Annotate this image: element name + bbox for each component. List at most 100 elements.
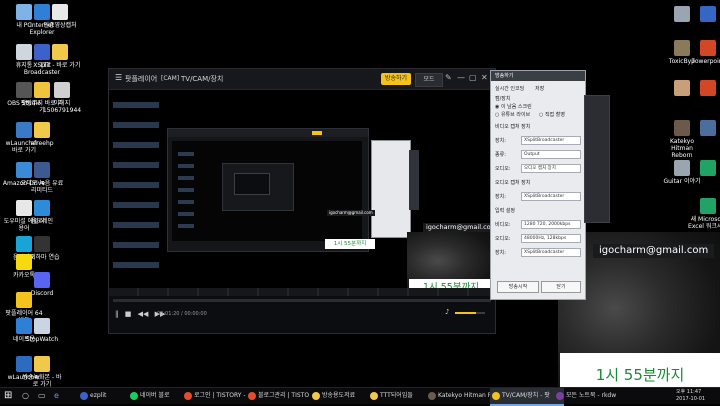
task-app-icon bbox=[428, 392, 436, 400]
settings-row-label: 오디오: bbox=[495, 236, 511, 242]
volume-icon[interactable]: ♪ bbox=[445, 308, 449, 316]
email-label-large: igocharm@gmail.com bbox=[593, 244, 715, 258]
pause-icon[interactable]: ‖ bbox=[115, 310, 119, 318]
task-view-icon[interactable]: ▭ bbox=[38, 388, 46, 404]
stop-icon[interactable]: ■ bbox=[125, 310, 132, 318]
desktop-icon[interactable] bbox=[686, 120, 720, 138]
radio-option-2[interactable]: ○ 직접 촬영 bbox=[539, 111, 565, 118]
nested-broadcast-button bbox=[312, 131, 322, 135]
close-icon[interactable]: ✕ bbox=[481, 73, 488, 82]
settings-field[interactable]: XSplitBroadcaster bbox=[521, 248, 581, 257]
desktop-icon[interactable]: 이미지 1506791944 bbox=[40, 82, 84, 114]
task-label: ezplit bbox=[90, 392, 107, 399]
settings-row-label: 종류: bbox=[495, 152, 506, 158]
edge-icon[interactable]: e bbox=[54, 388, 59, 404]
task-app-icon bbox=[130, 392, 138, 400]
desktop-icon[interactable]: powerpoint bbox=[686, 40, 720, 65]
player-titlebar[interactable]: ☰ 팟플레이어 [CAM] TV/CAM/장치 방송하기 모드 ✎ — ▢ ✕ bbox=[109, 69, 495, 90]
broadcast-button[interactable]: 방송하기 bbox=[381, 73, 411, 85]
settings-row-label: 장치: bbox=[495, 194, 506, 200]
settings-start-button[interactable]: 방송시작 bbox=[497, 281, 539, 293]
mode-select[interactable]: 모드 bbox=[415, 73, 443, 87]
desktop-icon[interactable]: 새 Microsoft Excel 워크시트 bbox=[686, 198, 720, 230]
desktop-icon[interactable]: 오디오 녹음 유료리미티드 bbox=[20, 162, 64, 194]
app-icon bbox=[700, 160, 716, 176]
settings-field[interactable]: XSplitBroadcaster bbox=[521, 136, 581, 145]
desktop-icon[interactable]: 인증영상캡처 bbox=[38, 4, 82, 29]
search-icon[interactable]: ○ bbox=[22, 388, 29, 404]
settings-side-panel bbox=[584, 95, 610, 223]
task-app-icon bbox=[248, 392, 256, 400]
seek-bar[interactable] bbox=[113, 299, 491, 302]
minimize-icon[interactable]: — bbox=[457, 73, 465, 82]
app-icon bbox=[34, 272, 50, 288]
settings-row-label: 오디오: bbox=[495, 166, 511, 172]
broadcast-settings-window[interactable]: 방송하기 실시간 인코딩 저장 캠/장치 ◉ 이 남음 스크린 ○ 유튜브 라이… bbox=[490, 70, 586, 300]
maximize-icon[interactable]: ▢ bbox=[469, 73, 477, 82]
settings-field[interactable]: XSplitBroadcaster bbox=[521, 192, 581, 201]
app-icon bbox=[16, 254, 32, 270]
settings-field[interactable]: Output bbox=[521, 150, 581, 159]
prev-icon[interactable]: ◀◀ bbox=[138, 310, 149, 318]
settings-cam-label: 캠/장치 bbox=[495, 96, 511, 102]
desktop-icon-label: Katekyo Hitman Reborn bbox=[669, 138, 695, 159]
player-video-area[interactable]: igocharm@gmail.com 1시 55분까지 igocharm@gma… bbox=[109, 90, 495, 296]
task-label: 방송용도저료 bbox=[322, 392, 356, 399]
taskbar-task[interactable]: 로그인 | TISTORY - bbox=[182, 388, 256, 404]
desktop-icon[interactable] bbox=[686, 80, 720, 98]
settings-field[interactable]: 1280 720, 2000kbps bbox=[521, 220, 581, 229]
app-icon bbox=[34, 356, 50, 372]
radio-option-1[interactable]: ○ 유튜브 라이브 bbox=[495, 111, 530, 118]
app-icon bbox=[34, 236, 50, 252]
settings-tab-encode[interactable]: 실시간 인코딩 bbox=[495, 85, 524, 92]
settings-field[interactable]: 48000Hz, 128kbps bbox=[521, 234, 581, 243]
desktop-icon-label: 음드레인 bbox=[30, 218, 54, 225]
pin-icon[interactable]: ✎ bbox=[445, 73, 452, 82]
settings-row-label: 오디오 캡처 장치 bbox=[495, 180, 531, 186]
desktop-icon[interactable] bbox=[686, 160, 720, 178]
app-icon bbox=[700, 40, 716, 56]
task-app-icon bbox=[80, 392, 88, 400]
volume-bar[interactable] bbox=[455, 312, 485, 314]
desktop-icon-label: 방송녹화본 - 바로 가기 bbox=[22, 374, 62, 388]
volume-fill bbox=[455, 312, 476, 314]
desktop-icon[interactable] bbox=[686, 6, 720, 24]
app-icon bbox=[34, 318, 50, 334]
desktop-icon-label: 새 Microsoft Excel 워크시트 bbox=[688, 216, 720, 230]
taskbar-task[interactable]: TV/CAM/장치 - 팟 bbox=[490, 388, 564, 406]
date: 2017-10-01 bbox=[676, 396, 706, 402]
app-icon bbox=[700, 198, 716, 214]
desktop-icon[interactable]: TTT - 바로 가기 bbox=[38, 44, 82, 69]
desktop-icon-label: powerpoint bbox=[691, 58, 720, 65]
desktop-icon-label: 인증영상캡처 bbox=[43, 22, 77, 29]
app-icon bbox=[16, 292, 32, 308]
app-icon bbox=[34, 200, 50, 216]
menu-icon[interactable]: ☰ bbox=[115, 73, 122, 82]
taskbar-task[interactable]: Katekyo Hitman Re bbox=[426, 388, 500, 404]
start-button[interactable]: ⊞ bbox=[4, 388, 12, 404]
settings-tab-save[interactable]: 저장 bbox=[535, 85, 544, 92]
mode-title: TV/CAM/장치 bbox=[181, 75, 224, 83]
potplayer-window[interactable]: ☰ 팟플레이어 [CAM] TV/CAM/장치 방송하기 모드 ✎ — ▢ ✕ … bbox=[108, 68, 496, 334]
desktop-icon[interactable]: StopWatch bbox=[20, 318, 64, 343]
desktop-icon-label: TTT - 바로 가기 bbox=[39, 62, 81, 69]
desktop-icon-label: 이미지 1506791944 bbox=[42, 100, 82, 114]
app-icon bbox=[34, 162, 50, 178]
desktop-icon[interactable]: afreehp bbox=[20, 122, 64, 147]
desktop-icon[interactable]: 방송녹화본 - 바로 가기 bbox=[20, 356, 64, 388]
settings-field[interactable]: 오디오 캡처 장치 bbox=[521, 164, 581, 173]
taskbar-task[interactable]: 블로그관리 | TISTO bbox=[246, 388, 320, 404]
desktop-icon-label: 오디오 녹음 유료리미티드 bbox=[20, 180, 64, 194]
app-icon bbox=[52, 4, 68, 20]
taskbar: ⊞ ○ ▭ e ezplit 네이버 블로 로그인 | TISTORY - 블로그관리… bbox=[0, 387, 720, 406]
settings-row-label: 장치: bbox=[495, 250, 506, 256]
app-icon bbox=[700, 120, 716, 136]
taskbar-task[interactable]: 모든 노트북 - rkdw bbox=[554, 388, 630, 404]
settings-row-label: 입력 설정 bbox=[495, 208, 515, 214]
desktop-icon-label: Guitar 이야기 bbox=[663, 178, 701, 185]
nested-settings-panel bbox=[371, 140, 411, 238]
settings-close-button[interactable]: 닫기 bbox=[541, 281, 581, 293]
task-label: 로그인 | TISTORY - bbox=[194, 392, 246, 399]
radio-option-0[interactable]: ◉ 이 남음 스크린 bbox=[495, 103, 532, 110]
desktop-icon[interactable]: 음드레인 bbox=[20, 200, 64, 225]
